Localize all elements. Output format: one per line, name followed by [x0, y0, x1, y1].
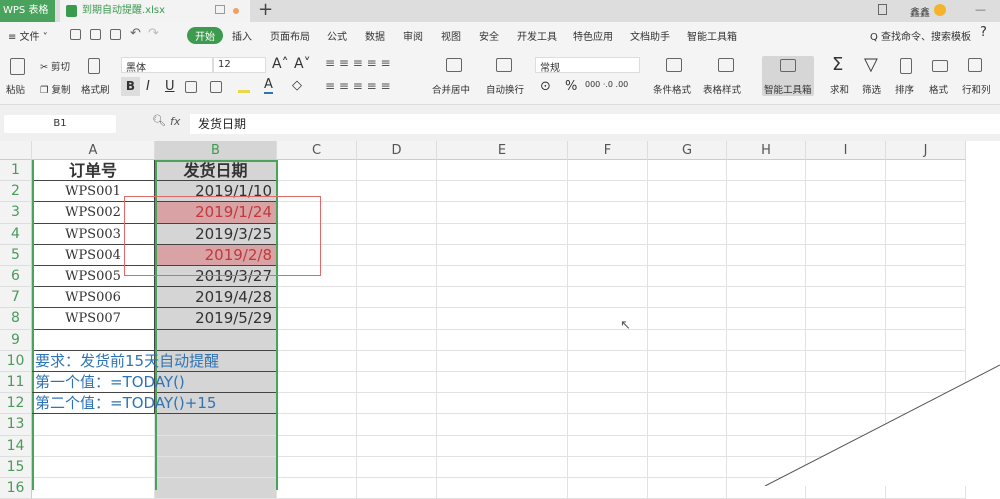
- cell-A11[interactable]: 第一个值：=TODAY(): [32, 372, 185, 394]
- cell-A10[interactable]: 要求：发货前15天自动提醒: [32, 350, 219, 372]
- cell-A12[interactable]: 第二个值：=TODAY()+15: [32, 393, 216, 415]
